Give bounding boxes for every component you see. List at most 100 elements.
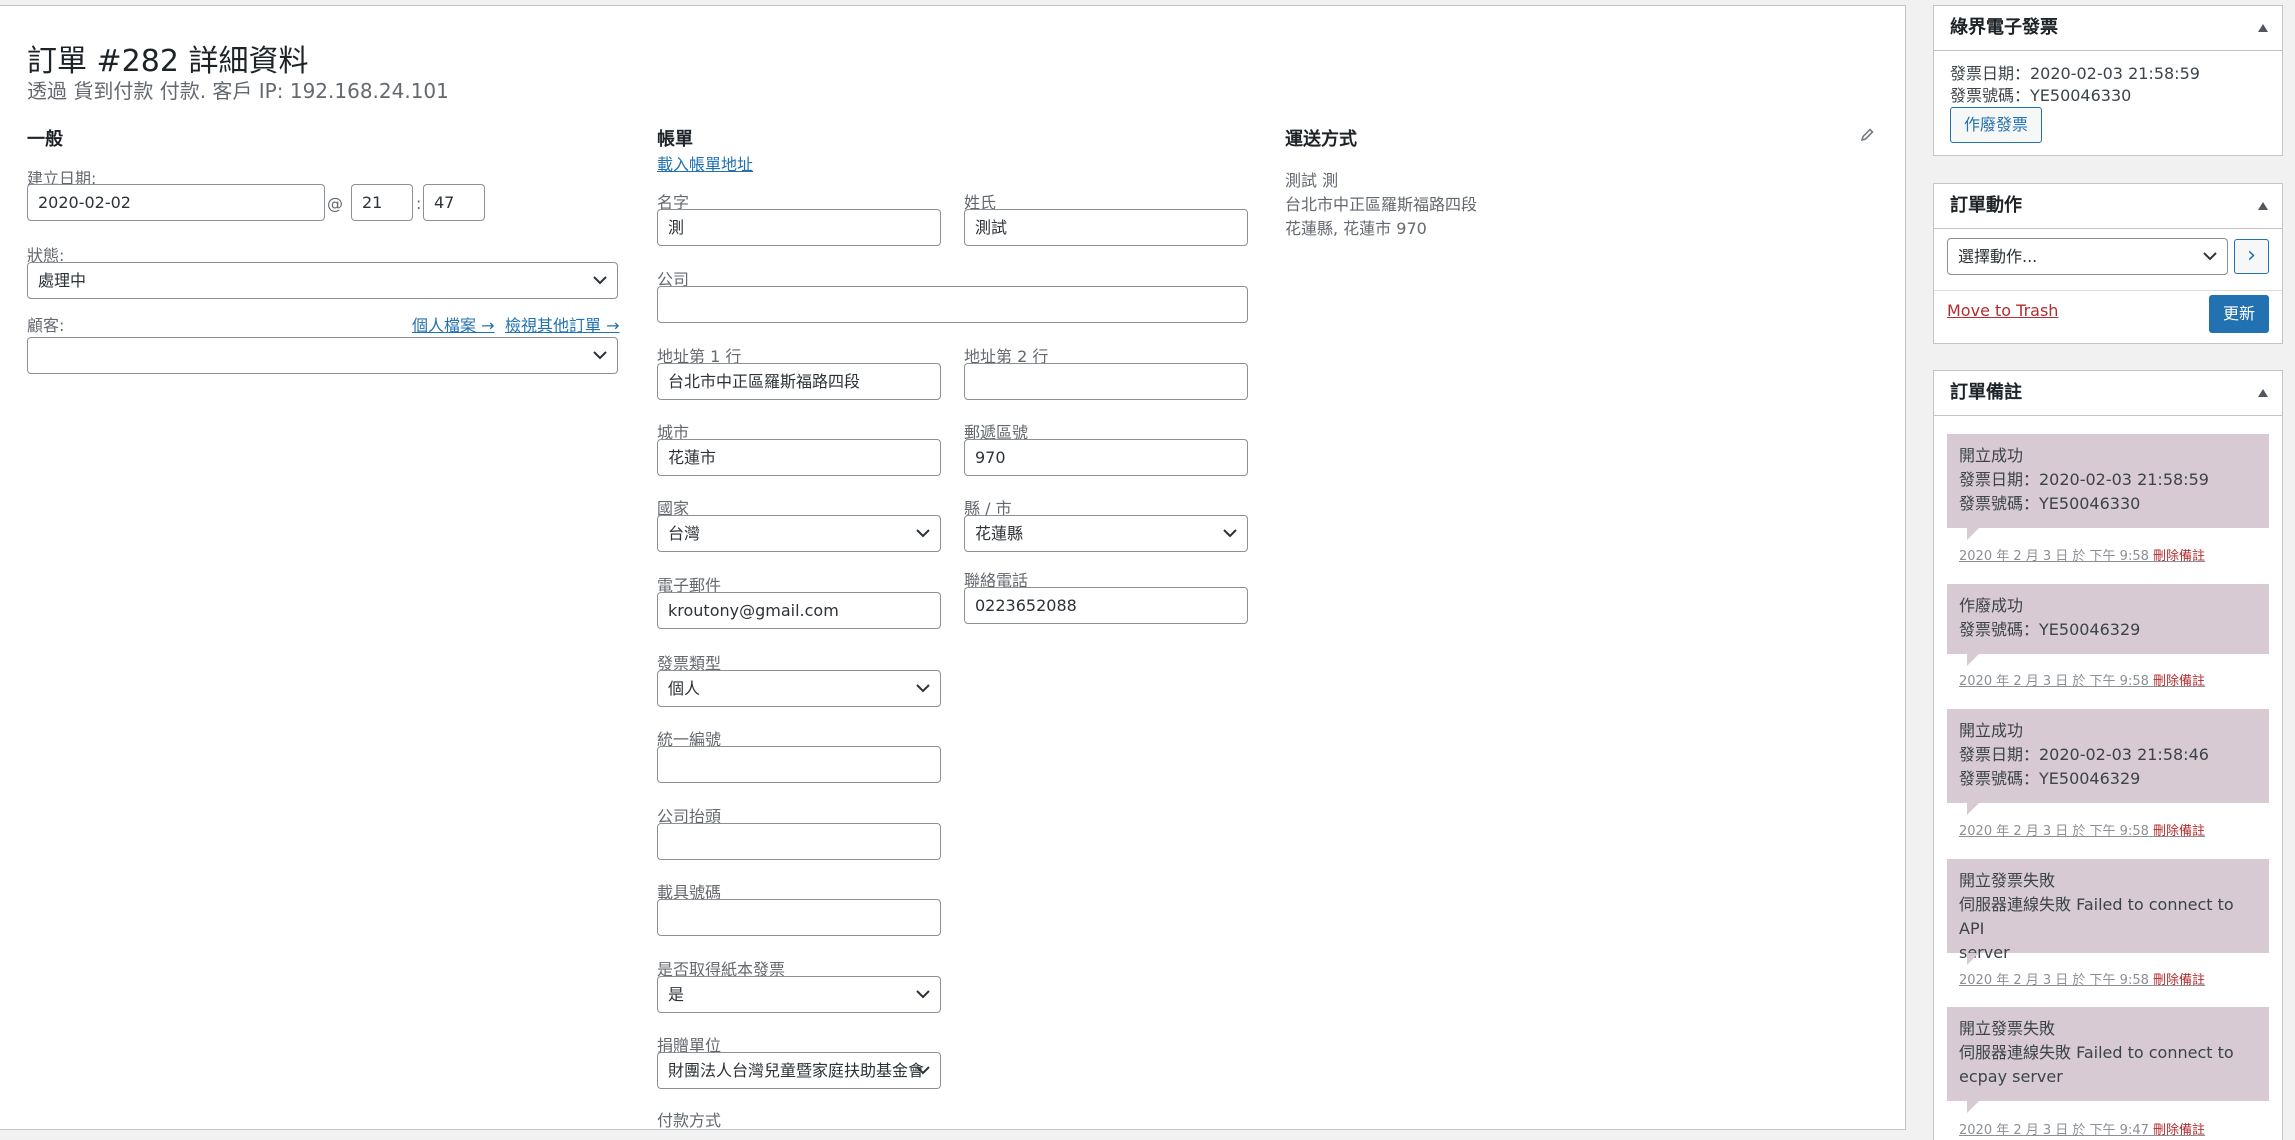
shipping-heading: 運送方式 — [1285, 129, 1357, 150]
order-note: 開立發票失敗 伺服器連線失敗 Failed to connect to ecpa… — [1947, 1007, 2269, 1113]
note-meta: 2020 年 2 月 3 日 於 下午 9:58 刪除備註 — [1959, 820, 2205, 839]
collapse-arrow-icon[interactable] — [2258, 24, 2268, 32]
note-line: server — [1959, 943, 2010, 962]
company-title-input[interactable] — [657, 823, 941, 860]
delete-note-link[interactable]: 刪除備註 — [2153, 674, 2205, 689]
load-billing-address-link[interactable]: 載入帳單地址 — [657, 151, 753, 175]
shipping-city-line: 花蓮縣, 花蓮市 970 — [1285, 219, 1427, 238]
order-notes-box: 訂單備註 開立成功 發票日期：2020-02-03 21:58:59 發票號碼：… — [1933, 370, 2283, 1140]
note-line: 作廢成功 — [1959, 596, 2024, 615]
order-note: 開立成功 發票日期：2020-02-03 21:58:59 發票號碼：YE500… — [1947, 434, 2269, 540]
chevron-down-icon — [916, 990, 930, 999]
donation-select[interactable]: 財團法人台灣兒童暨家庭扶助基金會 — [657, 1052, 941, 1089]
update-button[interactable]: 更新 — [2209, 295, 2269, 333]
state-value: 花蓮縣 — [975, 524, 1024, 543]
city-input[interactable]: 花蓮市 — [657, 439, 941, 476]
collapse-arrow-icon[interactable] — [2258, 389, 2268, 397]
general-heading: 一般 — [27, 129, 63, 150]
note-line: 開立成功 — [1959, 446, 2024, 465]
note-line: 發票號碼：YE50046329 — [1959, 620, 2141, 639]
einvoice-date: 發票日期：2020-02-03 21:58:59 — [1950, 64, 2200, 83]
order-note: 開立成功 發票日期：2020-02-03 21:58:46 發票號碼：YE500… — [1947, 709, 2269, 815]
view-other-orders-link[interactable]: 檢視其他訂單 → — [505, 312, 620, 336]
company-input[interactable] — [657, 286, 1248, 323]
order-note: 作廢成功 發票號碼：YE50046329 — [1947, 584, 2269, 666]
note-line: 發票日期：2020-02-03 21:58:59 — [1959, 470, 2209, 489]
move-to-trash-link[interactable]: Move to Trash — [1947, 301, 2058, 320]
billing-heading: 帳單 — [657, 129, 693, 150]
page-title: 訂單 #282 詳細資料 — [27, 44, 309, 79]
order-subtitle: 透過 貨到付款 付款. 客戶 IP: 192.168.24.101 — [27, 79, 449, 103]
donation-value: 財團法人台灣兒童暨家庭扶助基金會 — [668, 1061, 925, 1080]
customer-label: 顧客: — [27, 316, 65, 335]
order-data-panel: 訂單 #282 詳細資料 透過 貨到付款 付款. 客戶 IP: 192.168.… — [0, 5, 1906, 1130]
note-timestamp: 2020 年 2 月 3 日 於 下午 9:58 — [1959, 549, 2149, 564]
country-select[interactable]: 台灣 — [657, 515, 941, 552]
chevron-down-icon — [593, 276, 607, 285]
tax-id-input[interactable] — [657, 746, 941, 783]
note-timestamp: 2020 年 2 月 3 日 於 下午 9:47 — [1959, 1123, 2149, 1138]
order-action-select[interactable]: 選擇動作... — [1947, 238, 2228, 275]
note-line: 開立發票失敗 — [1959, 871, 2056, 890]
delete-note-link[interactable]: 刪除備註 — [2153, 549, 2205, 564]
note-line: 開立成功 — [1959, 721, 2024, 740]
delete-note-link[interactable]: 刪除備註 — [2153, 973, 2205, 988]
note-timestamp: 2020 年 2 月 3 日 於 下午 9:58 — [1959, 824, 2149, 839]
note-timestamp: 2020 年 2 月 3 日 於 下午 9:58 — [1959, 973, 2149, 988]
note-line: 伺服器連線失敗 Failed to connect to API — [1959, 895, 2234, 938]
chevron-down-icon — [1223, 529, 1237, 538]
chevron-down-icon — [916, 529, 930, 538]
delete-note-link[interactable]: 刪除備註 — [2153, 824, 2205, 839]
customer-profile-link[interactable]: 個人檔案 → — [412, 312, 495, 336]
note-line: 開立發票失敗 — [1959, 1019, 2056, 1038]
order-notes-title: 訂單備註 — [1950, 382, 2022, 403]
paper-invoice-value: 是 — [668, 985, 685, 1004]
apply-action-button[interactable]: › — [2234, 239, 2269, 274]
chevron-down-icon — [2203, 252, 2217, 261]
hour-input[interactable]: 21 — [351, 184, 413, 221]
einvoice-number: 發票號碼：YE50046330 — [1950, 86, 2132, 105]
pencil-icon[interactable] — [1859, 127, 1875, 143]
postcode-input[interactable]: 970 — [964, 439, 1248, 476]
order-actions-box: 訂單動作 選擇動作... › Move to Trash 更新 — [1933, 183, 2283, 344]
collapse-arrow-icon[interactable] — [2258, 202, 2268, 210]
note-line: 伺服器連線失敗 Failed to connect to — [1959, 1043, 2234, 1062]
order-action-value: 選擇動作... — [1958, 247, 2038, 266]
note-line: 發票號碼：YE50046330 — [1959, 494, 2141, 513]
order-actions-title: 訂單動作 — [1950, 195, 2022, 216]
created-date-input[interactable]: 2020-02-02 — [27, 184, 325, 221]
note-meta: 2020 年 2 月 3 日 於 下午 9:58 刪除備註 — [1959, 670, 2205, 689]
einvoice-box: 綠界電子發票 發票日期：2020-02-03 21:58:59 發票號碼：YE5… — [1933, 5, 2283, 156]
einvoice-box-title: 綠界電子發票 — [1950, 17, 2058, 38]
carrier-input[interactable] — [657, 899, 941, 936]
order-note: 開立發票失敗 伺服器連線失敗 Failed to connect to API … — [1947, 859, 2269, 965]
state-select[interactable]: 花蓮縣 — [964, 515, 1248, 552]
phone-input[interactable]: 0223652088 — [964, 587, 1248, 624]
email-input[interactable]: kroutony@gmail.com — [657, 592, 941, 629]
divider — [1934, 290, 2282, 291]
note-meta: 2020 年 2 月 3 日 於 下午 9:47 刪除備註 — [1959, 1119, 2205, 1138]
order-notes-header[interactable]: 訂單備註 — [1934, 371, 2282, 416]
at-symbol: @ — [327, 194, 343, 213]
einvoice-box-header[interactable]: 綠界電子發票 — [1934, 6, 2282, 51]
note-line: 發票日期：2020-02-03 21:58:46 — [1959, 745, 2209, 764]
note-line: 發票號碼：YE50046329 — [1959, 769, 2141, 788]
note-line: ecpay server — [1959, 1067, 2063, 1086]
status-value: 處理中 — [38, 271, 87, 290]
last-name-input[interactable]: 測試 — [964, 209, 1248, 246]
first-name-input[interactable]: 測 — [657, 209, 941, 246]
delete-note-link[interactable]: 刪除備註 — [2153, 1123, 2205, 1138]
shipping-address: 台北市中正區羅斯福路四段 — [1285, 195, 1478, 214]
paper-invoice-select[interactable]: 是 — [657, 976, 941, 1013]
void-invoice-button[interactable]: 作廢發票 — [1950, 107, 2042, 143]
shipping-name: 測試 測 — [1285, 171, 1339, 190]
minute-input[interactable]: 47 — [423, 184, 485, 221]
address1-input[interactable]: 台北市中正區羅斯福路四段 — [657, 363, 941, 400]
invoice-type-select[interactable]: 個人 — [657, 670, 941, 707]
status-select[interactable]: 處理中 — [27, 262, 618, 299]
order-actions-header[interactable]: 訂單動作 — [1934, 184, 2282, 229]
address2-input[interactable] — [964, 363, 1248, 400]
customer-select[interactable] — [27, 337, 618, 374]
note-meta: 2020 年 2 月 3 日 於 下午 9:58 刪除備註 — [1959, 545, 2205, 564]
note-meta: 2020 年 2 月 3 日 於 下午 9:58 刪除備註 — [1959, 969, 2205, 988]
